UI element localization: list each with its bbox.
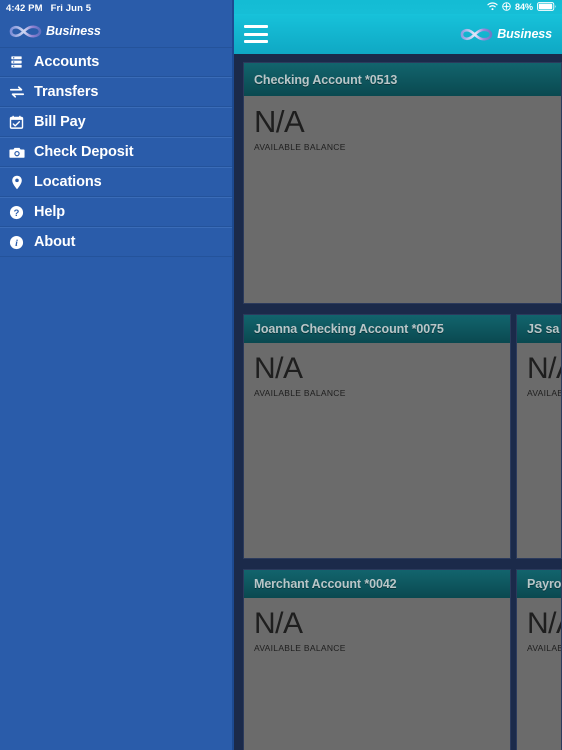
card-row: Merchant Account *0042 N/A AVAILABLE BAL… <box>243 569 562 750</box>
account-card[interactable]: Checking Account *0513 N/A AVAILABLE BAL… <box>243 62 562 304</box>
status-bar-right: 84% <box>234 0 562 14</box>
info-circle-icon: i <box>8 234 25 251</box>
sidebar-item-label: Bill Pay <box>34 114 86 130</box>
account-card[interactable]: Merchant Account *0042 N/A AVAILABLE BAL… <box>243 569 511 750</box>
account-card-title: Payro <box>527 577 561 591</box>
sidebar: 4:42 PM Fri Jun 5 Business Accounts Tran… <box>0 0 234 750</box>
sidebar-item-help[interactable]: ? Help <box>0 197 232 227</box>
transfer-arrows-icon <box>8 84 25 101</box>
available-balance-value: N/A <box>254 104 305 139</box>
available-balance-label: AVAILABLE BALANCE <box>254 141 346 152</box>
account-card-header: Joanna Checking Account *0075 <box>244 315 510 343</box>
question-circle-icon: ? <box>8 204 25 221</box>
topbar-brand: Business <box>459 27 552 42</box>
account-card-title: Merchant Account *0042 <box>254 577 397 591</box>
accounts-card-grid: Checking Account *0513 N/A AVAILABLE BAL… <box>234 54 562 750</box>
available-balance-label: AVAILAB <box>527 387 561 398</box>
account-card-body: N/A AVAILAB <box>517 598 561 750</box>
ios-status-bar: 4:42 PM Fri Jun 5 <box>0 0 232 16</box>
brand-name: Business <box>497 27 552 41</box>
status-time: 4:42 PM <box>6 2 43 14</box>
available-balance-value: N/A <box>254 352 303 385</box>
account-card-header: Checking Account *0513 <box>244 63 561 96</box>
brand-name: Business <box>46 24 101 38</box>
calendar-check-icon <box>8 114 25 131</box>
sidebar-item-accounts[interactable]: Accounts <box>0 47 232 77</box>
sidebar-item-label: Check Deposit <box>34 144 134 160</box>
sidebar-item-transfers[interactable]: Transfers <box>0 77 232 107</box>
card-row: Joanna Checking Account *0075 N/A AVAILA… <box>243 314 562 559</box>
bank-accounts-icon <box>8 54 25 71</box>
available-balance-value: N/A <box>254 607 303 640</box>
status-date: Fri Jun 5 <box>50 2 92 14</box>
sidebar-item-locations[interactable]: Locations <box>0 167 232 197</box>
svg-text:i: i <box>15 238 18 249</box>
account-card-truncated[interactable]: JS sa N/A AVAILAB <box>516 314 562 559</box>
account-card-header: Payro <box>517 570 561 598</box>
camera-icon <box>8 144 25 161</box>
account-card-title: JS sa <box>527 322 560 336</box>
available-balance-value: N/A <box>527 352 561 385</box>
location-services-icon <box>502 0 511 16</box>
sidebar-item-about[interactable]: i About <box>0 227 232 257</box>
account-card[interactable]: Joanna Checking Account *0075 N/A AVAILA… <box>243 314 511 559</box>
svg-text:?: ? <box>14 207 20 217</box>
sidebar-item-label: Locations <box>34 174 102 190</box>
account-card-truncated[interactable]: Payro N/A AVAILAB <box>516 569 562 750</box>
account-card-body: N/A AVAILABLE BALANCE <box>244 96 561 303</box>
account-card-body: N/A AVAILABLE BALANCE <box>244 598 510 750</box>
sidebar-item-label: Transfers <box>34 84 99 100</box>
available-balance-label: AVAILABLE BALANCE <box>254 387 346 398</box>
account-card-body: N/A AVAILAB <box>517 343 561 558</box>
available-balance-value: N/A <box>527 607 561 640</box>
main-content: 84% Business Checking Account *0513 N/A … <box>234 0 562 750</box>
hamburger-menu-icon[interactable] <box>244 25 268 43</box>
sidebar-item-label: Help <box>34 204 66 220</box>
sidebar-item-label: Accounts <box>34 54 100 70</box>
battery-icon <box>537 0 557 16</box>
sidebar-item-bill-pay[interactable]: Bill Pay <box>0 107 232 137</box>
app-screen: 4:42 PM Fri Jun 5 Business Accounts Tran… <box>0 0 562 750</box>
account-card-header: Merchant Account *0042 <box>244 570 510 598</box>
sidebar-menu: Accounts Transfers Bill Pay Check Deposi… <box>0 47 232 257</box>
map-pin-icon <box>8 174 25 191</box>
card-row: Checking Account *0513 N/A AVAILABLE BAL… <box>243 62 562 304</box>
account-card-body: N/A AVAILABLE BALANCE <box>244 343 510 558</box>
infinity-swoosh-logo-icon <box>459 27 493 42</box>
battery-percent: 84% <box>514 2 533 12</box>
sidebar-item-label: About <box>34 234 76 250</box>
sidebar-item-check-deposit[interactable]: Check Deposit <box>0 137 232 167</box>
available-balance-label: AVAILAB <box>527 642 561 653</box>
account-card-header: JS sa <box>517 315 561 343</box>
account-card-title: Checking Account *0513 <box>254 72 398 87</box>
available-balance-label: AVAILABLE BALANCE <box>254 642 346 653</box>
account-card-title: Joanna Checking Account *0075 <box>254 322 444 336</box>
wifi-icon <box>487 0 498 16</box>
app-top-bar: Business <box>234 14 562 54</box>
sidebar-brand: Business <box>0 16 232 46</box>
infinity-swoosh-logo-icon <box>8 24 42 39</box>
